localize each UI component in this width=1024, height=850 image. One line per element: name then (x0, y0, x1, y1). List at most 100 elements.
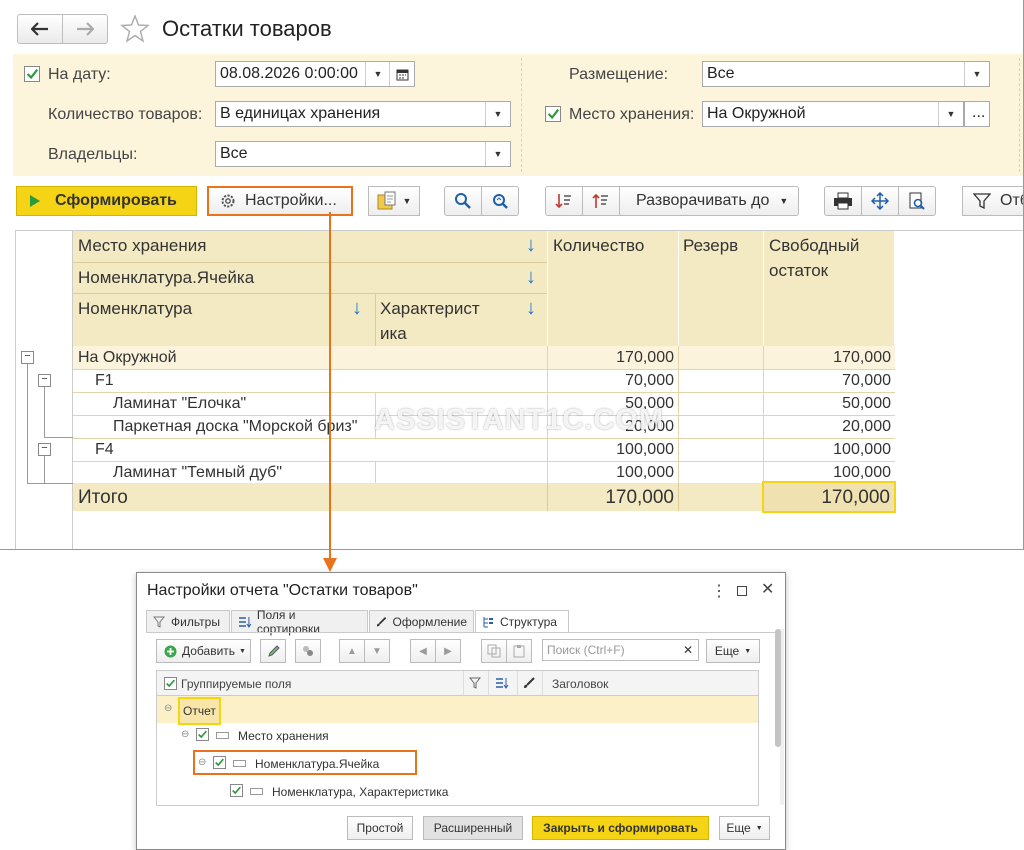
owners-select[interactable]: Все ▼ (215, 141, 511, 167)
tree-line (44, 437, 73, 438)
move-up-button[interactable]: ▲ (339, 639, 365, 663)
collapse-icon[interactable]: − (21, 351, 34, 364)
settings-dialog: Настройки отчета "Остатки товаров" ⋮ ✕ Ф… (136, 572, 786, 850)
sort-ascending-button[interactable] (582, 186, 620, 216)
search-placeholder: Поиск (Ctrl+F) (547, 643, 625, 657)
back-button[interactable] (17, 14, 63, 44)
tree-line (44, 483, 73, 484)
edit-button[interactable] (260, 639, 286, 663)
arrow-left-icon: ◀ (419, 645, 427, 657)
print-button[interactable] (824, 186, 862, 216)
date-field[interactable]: 08.08.2026 0:00:00 ▼ (215, 61, 415, 87)
more-label: Еще (726, 821, 751, 835)
storage-checkbox[interactable] (545, 106, 561, 122)
total-quantity: 170,000 (605, 487, 674, 508)
star-icon[interactable] (120, 14, 150, 44)
forward-button[interactable] (62, 14, 108, 44)
paste-button[interactable] (506, 639, 532, 663)
header-checkbox[interactable] (164, 677, 177, 690)
variants-button[interactable]: ▼ (368, 186, 420, 216)
storage-checkbox[interactable] (196, 728, 209, 741)
tab-structure[interactable]: Структура (475, 610, 569, 633)
date-dropdown-button[interactable]: ▼ (365, 62, 390, 86)
search-input[interactable]: Поиск (Ctrl+F) ✕ (542, 639, 699, 661)
header-quantity-label: Количество (553, 236, 645, 255)
advanced-button[interactable]: Расширенный (423, 816, 523, 840)
storage-select[interactable]: На Окружной ▼ (702, 101, 964, 127)
calendar-button[interactable] (389, 62, 414, 86)
sort-arrow-icon[interactable]: ↓ (526, 234, 536, 257)
more-button[interactable]: Еще ▼ (706, 639, 760, 663)
table-row[interactable]: F1 70,000 70,000 (73, 369, 895, 393)
simple-button[interactable]: Простой (347, 816, 413, 840)
quantity-value: В единицах хранения (220, 105, 381, 122)
expand-to-button[interactable]: Разворачивать до ▼ (619, 186, 799, 216)
sort-arrow-icon[interactable]: ↓ (526, 297, 536, 320)
filter-button[interactable]: Отб (962, 186, 1023, 216)
date-value: 08.08.2026 0:00:00 (220, 65, 358, 82)
tree-row-report[interactable] (157, 696, 758, 723)
search-next-button[interactable] (481, 186, 519, 216)
tab-fields-sorting[interactable]: Поля и сортировки (231, 608, 368, 636)
storage-more-button[interactable]: ... (964, 101, 990, 127)
more-vertical-icon[interactable]: ⋮ (711, 581, 727, 601)
table-row[interactable]: На Окружной 170,000 170,000 (73, 346, 895, 370)
collapse-icon[interactable]: − (38, 374, 51, 387)
footer-more-button[interactable]: Еще ▼ (719, 816, 770, 840)
tab-filters[interactable]: Фильтры (146, 610, 230, 632)
total-free[interactable]: 170,000 (762, 481, 896, 513)
arrow-up-icon: ▲ (347, 645, 357, 657)
chevron-down-icon[interactable]: ▼ (485, 102, 510, 126)
scrollbar-thumb[interactable] (775, 629, 781, 747)
tree-report-label[interactable]: Отчет (178, 697, 221, 725)
table-row[interactable]: F4 100,000 100,000 (73, 438, 895, 462)
item-checkbox[interactable] (230, 784, 243, 797)
move-right-button[interactable]: ▶ (435, 639, 461, 663)
tab-appearance[interactable]: Оформление (369, 610, 474, 632)
sort-arrow-icon[interactable]: ↓ (352, 297, 362, 320)
sort-arrow-icon[interactable]: ↓ (526, 266, 536, 289)
collapse-icon[interactable]: − (38, 443, 51, 456)
collapse-icon[interactable]: ⊖ (181, 729, 189, 740)
collapse-icon[interactable]: ⊖ (164, 703, 172, 714)
move-down-button[interactable]: ▼ (364, 639, 390, 663)
row-free: 100,000 (833, 441, 891, 458)
header-line (73, 293, 547, 294)
collapse-icon[interactable]: ⊖ (198, 757, 206, 768)
move-left-button[interactable]: ◀ (410, 639, 436, 663)
fields-icon (238, 616, 252, 628)
tree-header-label: Группируемые поля (181, 677, 292, 691)
funnel-icon (469, 677, 481, 689)
col-line (517, 671, 518, 695)
fields-icon (496, 678, 509, 689)
chevron-down-icon: ▼ (779, 196, 789, 206)
maximize-icon[interactable] (737, 586, 747, 596)
placement-select[interactable]: Все ▼ (702, 61, 990, 87)
cell-checkbox[interactable] (213, 756, 226, 769)
structure-icon (483, 617, 493, 628)
group-button[interactable] (295, 639, 321, 663)
chevron-down-icon[interactable]: ▼ (938, 102, 963, 126)
add-button[interactable]: Добавить ▼ (156, 639, 251, 663)
close-generate-button[interactable]: Закрыть и сформировать (532, 816, 709, 840)
generate-label: Сформировать (55, 192, 177, 209)
field-icon (250, 788, 263, 795)
close-icon[interactable]: ✕ (761, 579, 774, 599)
chevron-down-icon[interactable]: ▼ (964, 62, 989, 86)
clear-icon[interactable]: ✕ (683, 643, 693, 657)
fit-button[interactable] (861, 186, 899, 216)
date-checkbox[interactable] (24, 66, 40, 82)
dialog-title: Настройки отчета "Остатки товаров" (147, 582, 418, 599)
col-line (375, 461, 376, 484)
quantity-select[interactable]: В единицах хранения ▼ (215, 101, 511, 127)
search-button[interactable] (444, 186, 482, 216)
generate-button[interactable]: Сформировать (16, 186, 197, 216)
brush-icon (524, 677, 535, 688)
tab-divider (146, 632, 775, 633)
sort-descending-button[interactable] (545, 186, 583, 216)
brush-icon (376, 616, 387, 626)
preview-button[interactable] (898, 186, 936, 216)
sort-up-icon (592, 193, 608, 208)
copy-button[interactable] (481, 639, 507, 663)
chevron-down-icon[interactable]: ▼ (485, 142, 510, 166)
